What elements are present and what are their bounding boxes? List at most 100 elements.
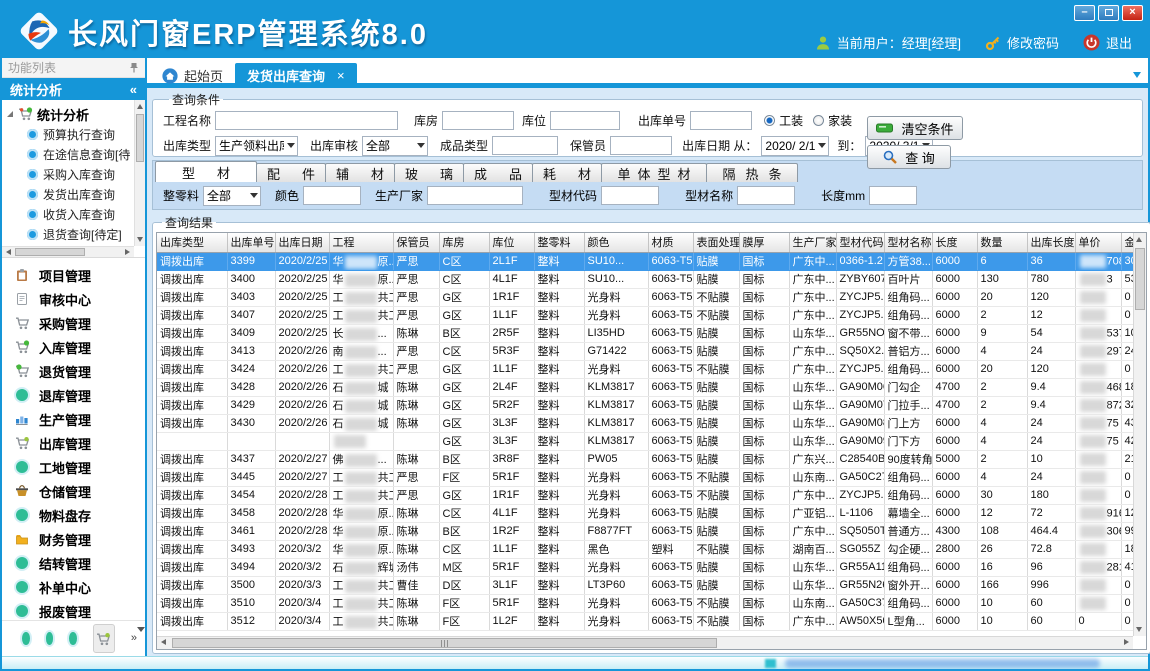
table-row[interactable]: 调拨出库34002020/2/25华原...严思C区4L1F整料SU10...6… — [157, 270, 1145, 288]
sidebar-item-审核中心[interactable]: 审核中心 — [14, 287, 145, 311]
table-row[interactable]: 调拨出库35122020/3/4工共工程陈琳F区1L2F整料光身料6063-T5… — [157, 612, 1145, 630]
sidebar-item-结转管理[interactable]: 结转管理 — [14, 551, 145, 575]
table-row[interactable]: 调拨出库34292020/2/26石城陈琳G区5R2F整料KLM38176063… — [157, 396, 1145, 414]
minimize-button[interactable]: – — [1074, 5, 1095, 21]
tree-root-node[interactable]: 统计分析 — [7, 104, 134, 124]
tree-item[interactable]: 发货出库查询 — [27, 184, 134, 204]
column-header-生产厂家[interactable]: 生产厂家 — [789, 233, 836, 252]
column-header-出库长度[interactable]: 出库长度 — [1027, 233, 1075, 252]
column-header-单价[interactable]: 单价 — [1075, 233, 1121, 252]
scrollbar-thumb[interactable] — [172, 638, 717, 648]
expander-icon[interactable] — [7, 111, 13, 117]
column-header-颜色[interactable]: 颜色 — [584, 233, 648, 252]
profile-name-input[interactable] — [737, 186, 795, 205]
scroll-down-icon[interactable] — [137, 237, 143, 242]
radio-home-outfit[interactable]: 家装 — [813, 112, 852, 129]
keeper-input[interactable] — [610, 136, 672, 155]
cart-module-button[interactable] — [93, 624, 115, 653]
table-row[interactable]: 调拨出库34372020/2/27佛...陈琳B区3R8F整料PW056063-… — [157, 450, 1145, 468]
tree-horizontal-scrollbar[interactable] — [2, 246, 134, 257]
sidebar-item-退货管理[interactable]: 退货管理 — [14, 359, 145, 383]
sidebar-item-工地管理[interactable]: 工地管理 — [14, 455, 145, 479]
part-type-select[interactable]: 全部 — [203, 186, 261, 206]
collapse-icon[interactable]: « — [130, 82, 137, 97]
column-header-库位[interactable]: 库位 — [489, 233, 534, 252]
column-header-工程[interactable]: 工程 — [329, 233, 393, 252]
audit-select[interactable]: 全部 — [362, 136, 428, 156]
tree-item[interactable]: 在途信息查询[待 — [27, 144, 134, 164]
sidebar-item-报废管理[interactable]: 报废管理 — [14, 599, 145, 620]
length-input[interactable] — [869, 186, 917, 205]
tree-item[interactable]: 收货入库查询 — [27, 204, 134, 224]
tree-item[interactable]: 退货查询[待定] — [27, 224, 134, 244]
outbound-type-select[interactable]: 生产领料出库 — [215, 136, 298, 156]
scroll-left-icon[interactable] — [161, 639, 166, 645]
sidebar-item-仓储管理[interactable]: 仓储管理 — [14, 479, 145, 503]
table-row[interactable]: 调拨出库35102020/3/4工共工程陈琳F区5R1F整料光身料6063-T5… — [157, 594, 1145, 612]
sidebar-item-财务管理[interactable]: 财务管理 — [14, 527, 145, 551]
warehouse-input[interactable] — [442, 111, 514, 130]
column-header-出库单号[interactable]: 出库单号 — [227, 233, 275, 252]
column-header-出库日期[interactable]: 出库日期 — [275, 233, 329, 252]
sidebar-item-项目管理[interactable]: 项目管理 — [14, 263, 145, 287]
order-no-input[interactable] — [690, 111, 752, 130]
clear-conditions-button[interactable]: 清空条件 — [867, 116, 963, 140]
table-row[interactable]: 调拨出库34942020/3/2石辉城汤伟M区5R1F整料光身料6063-T5贴… — [157, 558, 1145, 576]
sidebar-item-补单中心[interactable]: 补单中心 — [14, 575, 145, 599]
material-tab-隔热条[interactable]: 隔热条 — [706, 163, 798, 182]
sidebar-item-物料盘存[interactable]: 物料盘存 — [14, 503, 145, 527]
table-row[interactable]: 调拨出库34542020/2/28工共工程严思G区1R1F整料光身料6063-T… — [157, 486, 1145, 504]
scroll-right-icon[interactable] — [125, 249, 130, 255]
column-header-材质[interactable]: 材质 — [648, 233, 693, 252]
logout-link[interactable]: 退出 — [1106, 33, 1132, 52]
material-tab-耗材[interactable]: 耗材 — [532, 163, 602, 182]
table-row[interactable]: 调拨出库34452020/2/27工共工程严思F区5R1F整料光身料6063-T… — [157, 468, 1145, 486]
material-tab-辅材[interactable]: 辅材 — [325, 163, 395, 182]
tab-home[interactable]: 起始页 — [150, 63, 235, 88]
project-name-input[interactable] — [215, 111, 398, 130]
sidebar-item-入库管理[interactable]: 入库管理 — [14, 335, 145, 359]
table-row[interactable]: 调拨出库33992020/2/25华原...严思C区2L1F整料SU10...6… — [157, 252, 1145, 270]
column-header-出库类型[interactable]: 出库类型 — [157, 233, 227, 252]
scrollbar-thumb[interactable] — [15, 248, 85, 256]
overflow-chevron[interactable]: » — [131, 634, 145, 643]
scroll-left-icon[interactable] — [6, 249, 11, 255]
close-button[interactable]: × — [1122, 5, 1143, 21]
table-row[interactable]: 调拨出库34582020/2/28华原...陈琳C区4L1F整料光身料6063-… — [157, 504, 1145, 522]
table-row[interactable]: G区3L3F整料KLM38176063-T5贴膜国标山东华...GA90M09.… — [157, 432, 1145, 450]
location-input[interactable] — [550, 111, 620, 130]
column-header-保管员[interactable]: 保管员 — [393, 233, 439, 252]
table-row[interactable]: 调拨出库34612020/2/28华原...陈琳B区1R2F整料F8877FT6… — [157, 522, 1145, 540]
product-type-input[interactable] — [492, 136, 558, 155]
sidebar-item-生产管理[interactable]: 生产管理 — [14, 407, 145, 431]
column-header-整零料[interactable]: 整零料 — [534, 233, 584, 252]
sidebar-item-出库管理[interactable]: 出库管理 — [14, 431, 145, 455]
table-row[interactable]: 调拨出库34092020/2/25长...陈琳B区2R5F整料LI35HD606… — [157, 324, 1145, 342]
material-tab-成品[interactable]: 成品 — [463, 163, 533, 182]
module-dot-icon[interactable] — [69, 632, 77, 645]
sidebar-item-采购管理[interactable]: 采购管理 — [14, 311, 145, 335]
search-button[interactable]: 查 询 — [867, 145, 951, 169]
module-dot-icon[interactable] — [46, 632, 54, 645]
scroll-right-icon[interactable] — [1124, 639, 1129, 645]
table-row[interactable]: 调拨出库34132020/2/26南...严思C区5R3F整料G71422606… — [157, 342, 1145, 360]
pin-icon[interactable] — [129, 62, 139, 73]
grid-horizontal-scrollbar[interactable] — [157, 636, 1133, 649]
column-header-库房[interactable]: 库房 — [439, 233, 489, 252]
maximize-button[interactable] — [1098, 5, 1119, 21]
date-from-select[interactable]: 2020/ 2/16 — [761, 136, 829, 156]
material-tab-型材[interactable]: 型材 — [155, 161, 257, 182]
material-tab-配件[interactable]: 配件 — [256, 163, 326, 182]
table-row[interactable]: 调拨出库35002020/3/3工共工程曹佳D区3L1F整料LT3P606063… — [157, 576, 1145, 594]
color-input[interactable] — [303, 186, 361, 205]
tab-shipment-outbound-query[interactable]: 发货出库查询 × — [235, 63, 357, 88]
column-header-长度[interactable]: 长度 — [932, 233, 977, 252]
tree-item[interactable]: 采购入库查询 — [27, 164, 134, 184]
grid-vertical-scrollbar[interactable] — [1133, 233, 1146, 636]
table-row[interactable]: 调拨出库34932020/3/2华原...陈琳C区1L1F整料黑色塑料不贴膜国标… — [157, 540, 1145, 558]
change-password-link[interactable]: 修改密码 — [1007, 33, 1059, 52]
profile-code-input[interactable] — [601, 186, 659, 205]
table-row[interactable]: 调拨出库34282020/2/26石城陈琳G区2L4F整料KLM38176063… — [157, 378, 1145, 396]
material-tab-玻璃[interactable]: 玻璃 — [394, 163, 464, 182]
scroll-down-icon[interactable] — [1136, 627, 1142, 632]
